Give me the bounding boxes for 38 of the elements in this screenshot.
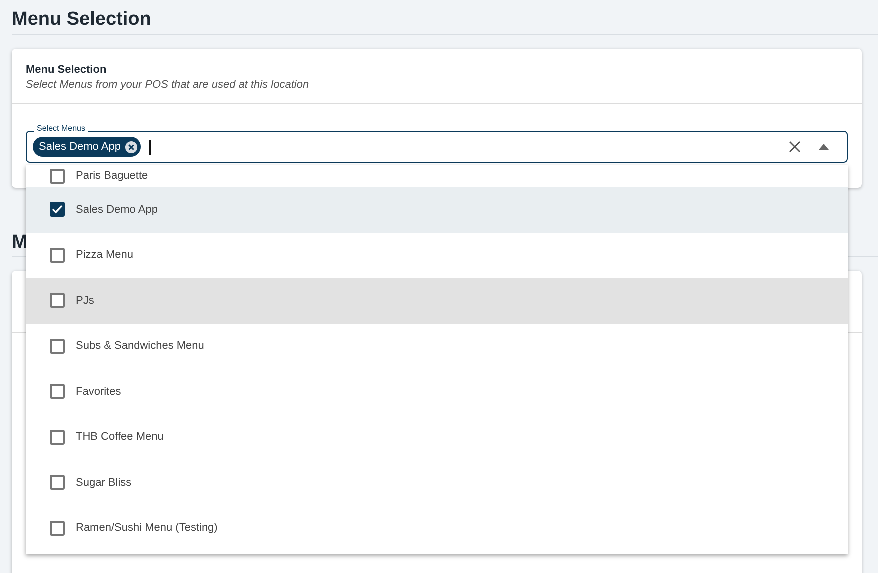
checkbox[interactable] <box>50 384 65 400</box>
checkbox[interactable] <box>50 202 65 218</box>
option-label: Sugar Bliss <box>76 476 132 490</box>
remove-chip-icon[interactable] <box>124 140 138 154</box>
menu-option[interactable]: PJs <box>26 278 848 324</box>
option-label: THB Coffee Menu <box>76 430 164 445</box>
card-subtitle: Select Menus from your POS that are used at this location <box>26 78 310 93</box>
option-label: Subs & Sandwiches Menu <box>76 339 204 354</box>
menu-option[interactable]: Ramen/Sushi Menu (Testing) <box>26 506 848 551</box>
select-menus-field[interactable]: Sales Demo App <box>26 131 848 163</box>
field-label: Select Menus <box>34 124 88 134</box>
menu-option[interactable]: THB Coffee Menu <box>26 414 848 460</box>
menu-option[interactable]: Sugar Bliss <box>26 460 848 506</box>
menu-option[interactable]: Sales Demo App <box>26 187 848 232</box>
checkbox[interactable] <box>50 338 65 354</box>
option-label: Favorites <box>76 384 122 400</box>
card-title: Menu Selection <box>26 63 108 77</box>
clear-icon[interactable] <box>789 141 801 153</box>
checkbox[interactable] <box>50 168 65 184</box>
caret-up-icon[interactable] <box>819 144 829 150</box>
text-cursor <box>148 140 151 154</box>
selected-chip[interactable]: Sales Demo App <box>33 137 141 157</box>
checkbox[interactable] <box>50 248 65 263</box>
menu-option[interactable]: Favorites <box>26 369 848 414</box>
check-icon <box>52 205 63 214</box>
menu-option[interactable]: Paris Baguette <box>26 165 848 187</box>
option-label: Sales Demo App <box>76 202 158 218</box>
option-label: Ramen/Sushi Menu (Testing) <box>76 521 218 536</box>
option-label: Pizza Menu <box>76 248 134 263</box>
checkbox[interactable] <box>50 520 65 536</box>
checkbox[interactable] <box>50 430 65 445</box>
option-label: Paris Baguette <box>76 168 148 184</box>
checkbox[interactable] <box>50 293 65 308</box>
option-label: PJs <box>76 294 94 308</box>
menu-option[interactable]: Subs & Sandwiches Menu <box>26 324 848 369</box>
checkbox[interactable] <box>50 475 65 490</box>
page-title: Menu Selection <box>12 8 152 32</box>
menu-option[interactable]: Pizza Menu <box>26 232 848 278</box>
